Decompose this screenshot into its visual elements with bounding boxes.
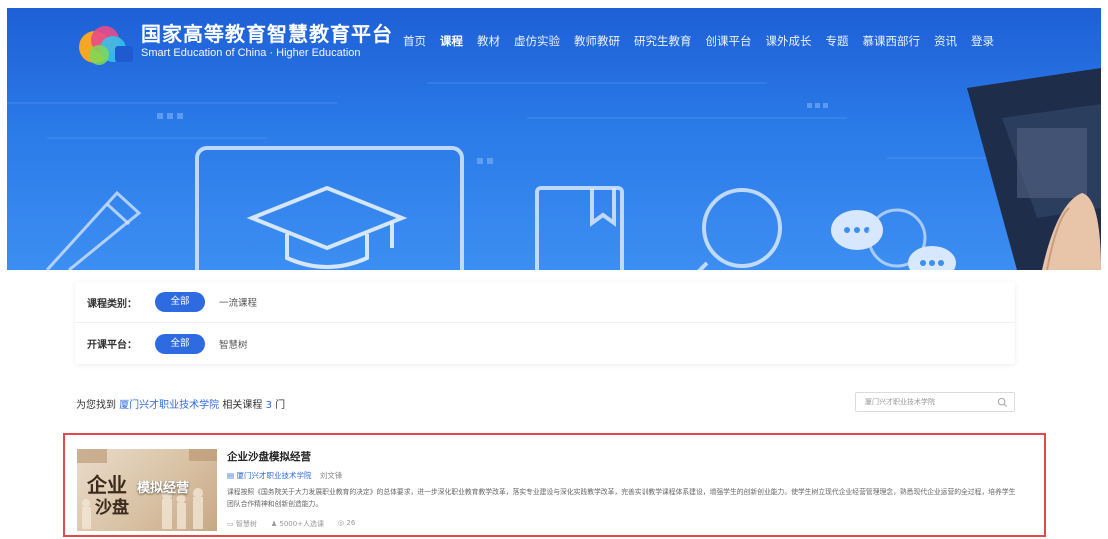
course-stats: ▭ 智慧树 ♟ 5000+人选课 ◎ 26 xyxy=(227,519,355,529)
filter-label-platform: 开课平台： xyxy=(87,340,137,351)
course-card[interactable]: 企业 沙盘 模拟经营 企业沙盘模拟经营 ▤ 厦门兴才职业技术学院 刘文锋 课程按… xyxy=(63,433,1046,537)
result-count: 3 xyxy=(265,400,272,411)
filter-row-platform: 开课平台： 全部 智慧树 xyxy=(75,323,1015,364)
result-school-link[interactable]: 厦门兴才职业技术学院 xyxy=(119,400,219,411)
course-platform: 智慧树 xyxy=(235,520,257,528)
course-meta: ▤ 厦门兴才职业技术学院 刘文锋 xyxy=(227,470,342,481)
course-thumbnail[interactable]: 企业 沙盘 模拟经营 xyxy=(77,449,217,531)
filter-option-zhihuishu[interactable]: 智慧树 xyxy=(219,337,248,351)
nav-item-graduate-education[interactable]: 研究生教育 xyxy=(634,33,692,49)
nav-item-topics[interactable]: 专题 xyxy=(826,33,849,49)
monitor-icon: ▭ xyxy=(227,520,236,528)
filter-chip-category-all[interactable]: 全部 xyxy=(155,292,205,312)
nav-item-news[interactable]: 资讯 xyxy=(934,33,957,49)
school-icon: ▤ xyxy=(227,471,235,480)
course-teacher: 刘文锋 xyxy=(319,471,343,480)
brand[interactable]: 国家高等教育智慧教育平台 Smart Education of China · … xyxy=(141,22,393,60)
result-suffix: 门 xyxy=(275,400,286,411)
course-description: 课程按照《国务院关于大力发展职业教育的决定》的总体要求，进一步深化职业教育教学改… xyxy=(227,488,1016,508)
platform-logo-icon[interactable] xyxy=(75,22,137,68)
course-views: 26 xyxy=(346,519,356,527)
course-title[interactable]: 企业沙盘模拟经营 xyxy=(227,449,311,464)
main-nav: 首页 课程 教材 虚仿实验 教师教研 研究生教育 创课平台 课外成长 专题 慕课… xyxy=(403,33,1008,49)
course-learners-stat: ♟ 5000+人选课 xyxy=(271,519,324,529)
result-middle: 相关课程 xyxy=(222,400,263,411)
course-learners: 5000+人选课 xyxy=(279,520,325,528)
course-platform-stat: ▭ 智慧树 xyxy=(227,519,257,529)
filter-row-category: 课程类别： 全部 一流课程 xyxy=(75,282,1015,323)
thumbnail-text-3: 模拟经营 xyxy=(137,481,190,496)
nav-item-innovation-platform[interactable]: 创课平台 xyxy=(706,33,752,49)
filter-chip-platform-all[interactable]: 全部 xyxy=(155,333,205,354)
thumbnail-text-2: 沙盘 xyxy=(95,498,129,518)
nav-item-virtual-labs[interactable]: 虚仿实验 xyxy=(514,33,560,49)
result-prefix: 为您找到 xyxy=(76,400,116,411)
course-views-stat: ◎ 26 xyxy=(338,519,355,529)
nav-item-courses[interactable]: 课程 xyxy=(440,33,463,49)
nav-item-textbooks[interactable]: 教材 xyxy=(477,33,500,49)
nav-item-extracurricular[interactable]: 课外成长 xyxy=(766,33,812,49)
nav-item-login[interactable]: 登录 xyxy=(971,33,994,49)
filter-option-first-class-courses[interactable]: 一流课程 xyxy=(219,295,257,309)
search-placeholder: 厦门兴才职业技术学院 xyxy=(865,398,935,406)
brand-subtitle: Smart Education of China · Higher Educat… xyxy=(141,47,361,59)
result-summary: 为您找到 厦门兴才职业技术学院 相关课程 3 门 xyxy=(76,396,285,411)
nav-item-mooc-west[interactable]: 慕课西部行 xyxy=(863,33,921,49)
search-input[interactable]: 厦门兴才职业技术学院 xyxy=(855,392,1015,412)
nav-item-home[interactable]: 首页 xyxy=(403,33,426,49)
filter-panel: 课程类别： 全部 一流课程 开课平台： 全部 智慧树 xyxy=(75,282,1015,364)
nav-item-teaching-research[interactable]: 教师教研 xyxy=(574,33,620,49)
search-icon[interactable] xyxy=(997,397,1008,408)
hero-banner: 国家高等教育智慧教育平台 Smart Education of China · … xyxy=(7,8,1101,270)
top-navigation: 国家高等教育智慧教育平台 Smart Education of China · … xyxy=(7,8,1101,78)
course-school[interactable]: 厦门兴才职业技术学院 xyxy=(236,471,311,480)
filter-label-category: 课程类别： xyxy=(87,298,137,310)
brand-title: 国家高等教育智慧教育平台 xyxy=(141,22,393,46)
